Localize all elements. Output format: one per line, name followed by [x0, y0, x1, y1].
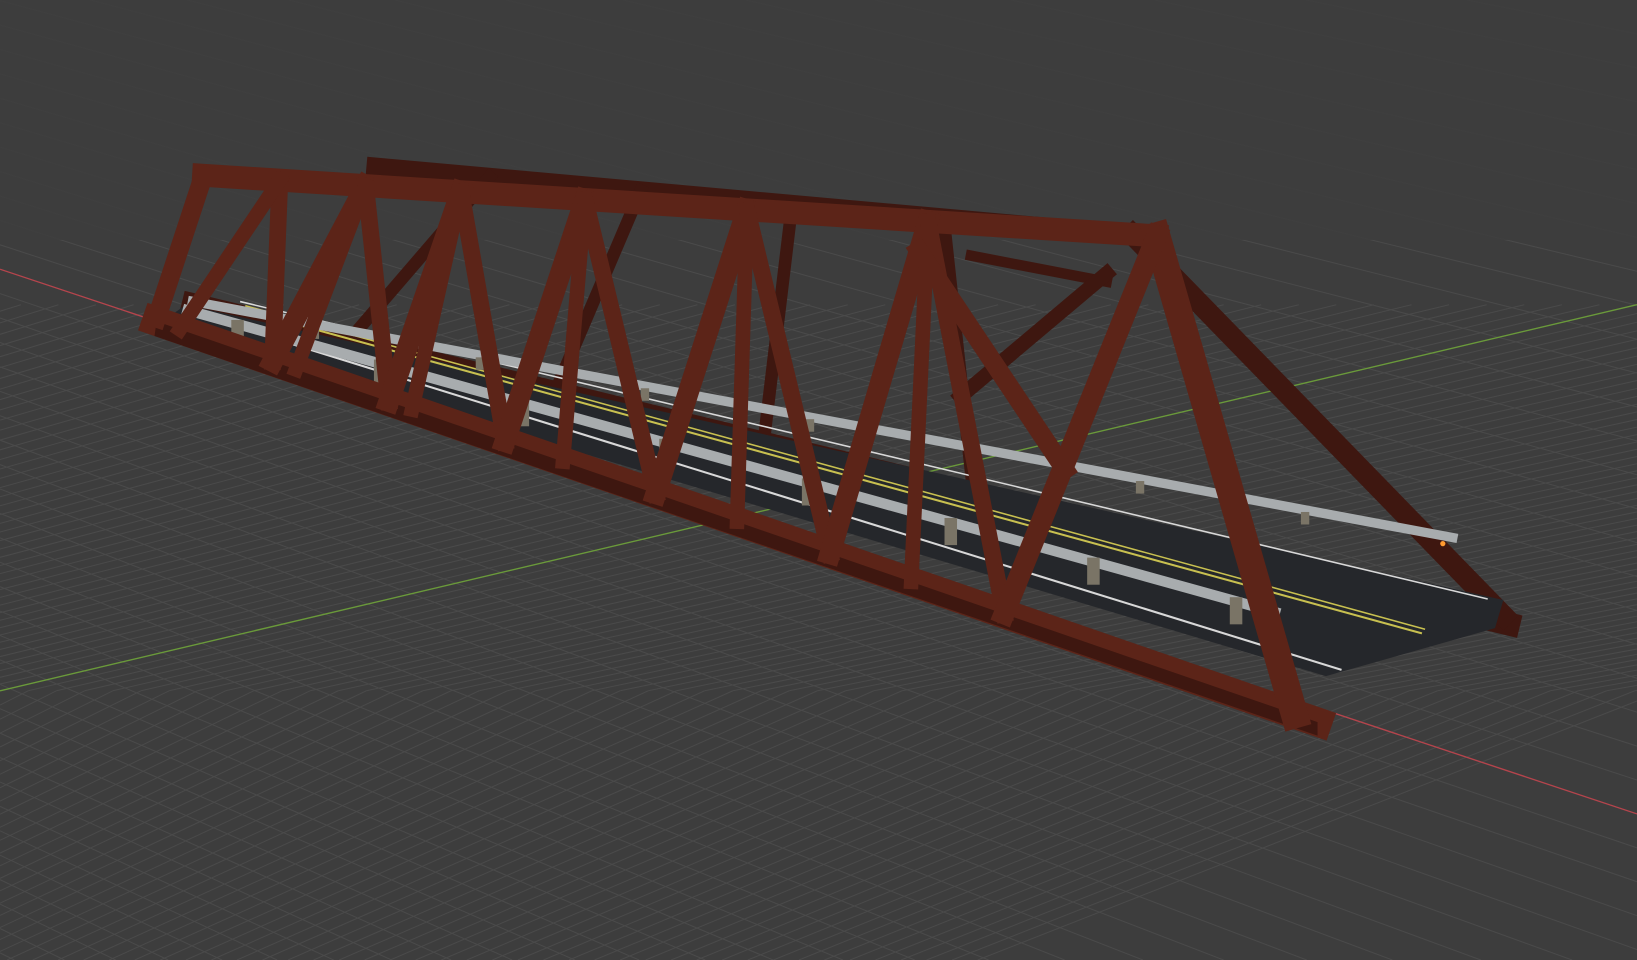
guardrail-post — [1229, 597, 1243, 625]
guardrail-post — [1087, 557, 1100, 585]
guardrail-post — [944, 517, 958, 546]
near-diagonal — [729, 202, 755, 530]
guardrail-post — [640, 388, 650, 401]
object-origin-dot — [1440, 541, 1446, 547]
guardrail-post — [1300, 511, 1310, 525]
guardrail-post — [1135, 481, 1145, 494]
3d-viewport[interactable] — [0, 0, 1637, 960]
